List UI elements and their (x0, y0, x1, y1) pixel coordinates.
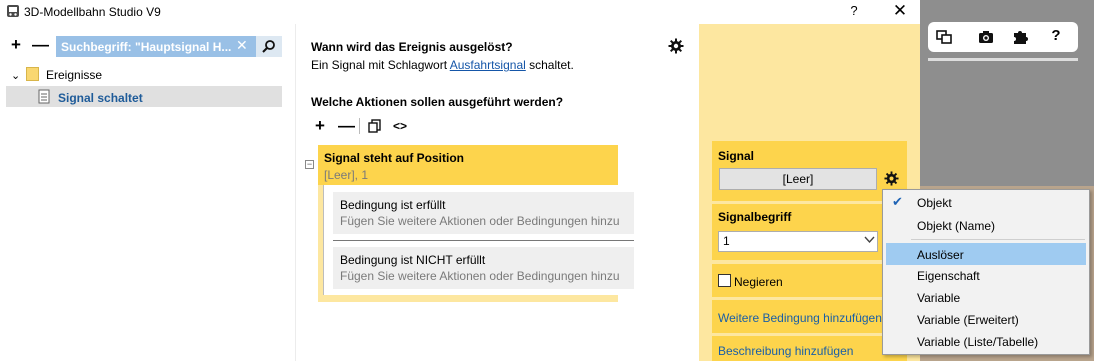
condition-true-title: Bedingung ist erfüllt (340, 198, 446, 212)
menu-item-ausloeser[interactable]: Auslöser (917, 248, 964, 262)
menu-item-variable[interactable]: Variable (917, 291, 960, 305)
toolbar-separator (359, 118, 360, 134)
condition-false-hint: Fügen Sie weitere Aktionen oder Bedingun… (340, 269, 620, 283)
menu-item-objekt[interactable]: Objekt (917, 196, 952, 210)
chevron-down-icon[interactable] (864, 234, 875, 245)
window-title: 3D-Modellbahn Studio V9 (24, 5, 161, 19)
collapse-toggle-icon[interactable]: − (305, 160, 314, 169)
trigger-text-after: schaltet. (525, 58, 574, 72)
condition-false-title: Bedingung ist NICHT erfüllt (340, 253, 486, 267)
code-button[interactable]: <> (393, 119, 407, 133)
windows-icon[interactable] (934, 27, 954, 47)
context-menu-highlight (886, 243, 1086, 265)
add-description-link[interactable]: Beschreibung hinzufügen (718, 344, 853, 358)
signalbegriff-label: Signalbegriff (718, 210, 792, 224)
add-action-button[interactable]: + (315, 116, 325, 136)
signalbegriff-select[interactable]: 1 (718, 231, 878, 252)
context-menu-separator (911, 239, 1085, 240)
search-button[interactable] (256, 36, 282, 57)
chevron-down-icon[interactable]: ⌄ (11, 69, 20, 82)
camera-icon[interactable] (976, 27, 996, 47)
view-toolbar: ? (928, 22, 1078, 52)
help-button[interactable]: ? (846, 3, 862, 21)
action-block-subtitle: [Leer], 1 (324, 168, 369, 182)
menu-item-variable-erweitert[interactable]: Variable (Erweitert) (917, 313, 1019, 327)
tree-item-signal-schaltet[interactable]: Signal schaltet (58, 91, 143, 105)
signal-field[interactable]: [Leer] (719, 168, 877, 190)
action-block-title: Signal steht auf Position (324, 151, 465, 165)
gear-icon[interactable] (668, 38, 684, 54)
add-event-button[interactable]: + (8, 36, 24, 55)
check-icon: ✔ (892, 194, 903, 209)
remove-action-button[interactable]: — (338, 116, 355, 136)
gear-icon[interactable] (884, 171, 899, 186)
close-button[interactable]: ✕ (886, 2, 914, 22)
trigger-description: Ein Signal mit Schlagwort Ausfahrtsignal… (311, 58, 574, 72)
tree-panel (0, 24, 296, 361)
trigger-text-before: Ein Signal mit Schlagwort (311, 58, 450, 72)
condition-true-hint: Fügen Sie weitere Aktionen oder Bedingun… (340, 214, 620, 228)
actions-heading: Welche Aktionen sollen ausgeführt werden… (311, 95, 564, 109)
tree-folder-ereignisse[interactable]: Ereignisse (46, 68, 102, 82)
puzzle-icon[interactable] (1010, 27, 1030, 47)
add-condition-link[interactable]: Weitere Bedingung hinzufügen (718, 311, 882, 325)
conditions-guide-line (323, 185, 324, 295)
trigger-heading: Wann wird das Ereignis ausgelöst? (311, 40, 513, 54)
folder-icon (26, 67, 39, 81)
view-divider (928, 58, 1078, 61)
trigger-keyword-link[interactable]: Ausfahrtsignal (450, 58, 526, 72)
app-icon (6, 4, 20, 18)
context-menu (882, 189, 1090, 355)
conditions-divider (333, 240, 634, 241)
negieren-label[interactable]: Negieren (734, 275, 783, 289)
search-input-text: Suchbegriff: "Hauptsignal H... (61, 40, 232, 54)
menu-item-eigenschaft[interactable]: Eigenschaft (917, 269, 980, 283)
document-icon (38, 89, 51, 104)
signal-label: Signal (718, 149, 755, 163)
menu-item-objekt-name[interactable]: Objekt (Name) (917, 219, 995, 233)
remove-event-button[interactable]: — (32, 36, 49, 55)
search-clear-icon[interactable]: ✕ (236, 37, 248, 54)
negieren-checkbox[interactable] (718, 274, 731, 287)
copy-icon[interactable] (368, 119, 381, 133)
help-icon[interactable]: ? (1046, 27, 1066, 47)
menu-item-variable-liste-tabelle[interactable]: Variable (Liste/Tabelle) (917, 335, 1038, 349)
search-icon (262, 40, 275, 53)
